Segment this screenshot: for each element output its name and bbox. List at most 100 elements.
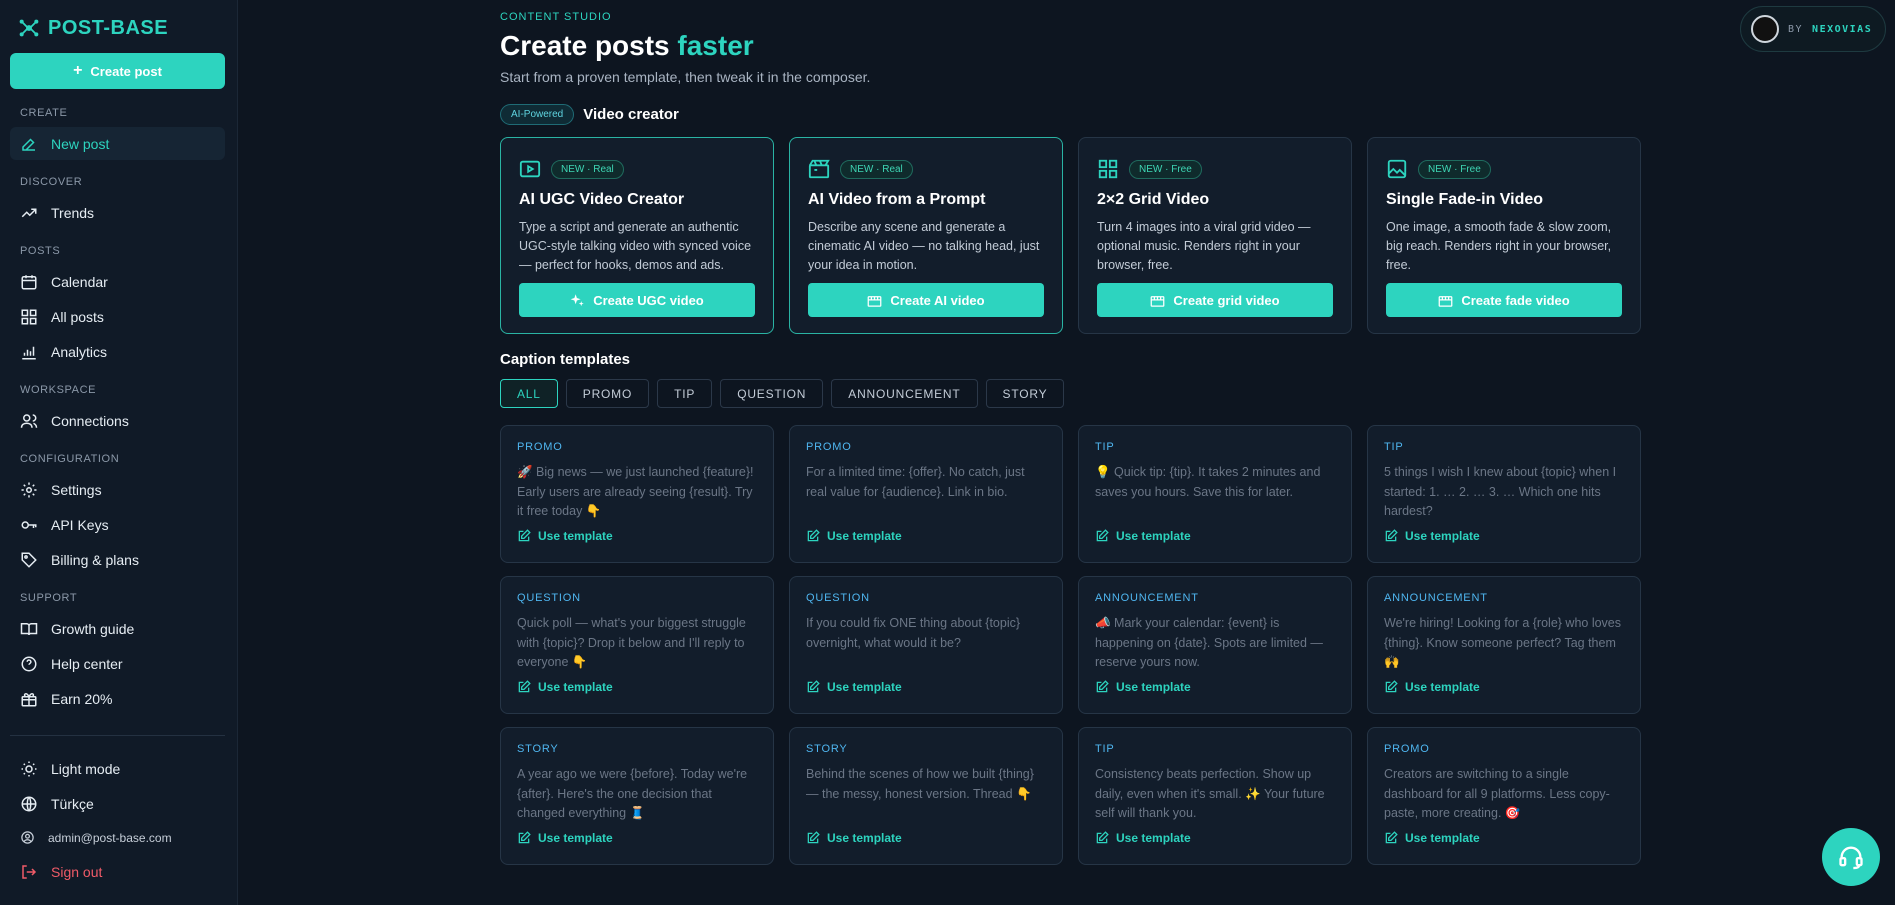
- light-mode-toggle[interactable]: Light mode: [10, 752, 225, 785]
- use-template-button[interactable]: Use template: [1384, 680, 1480, 694]
- template-card[interactable]: QUESTION Quick poll — what's your biggest…: [500, 576, 774, 714]
- calendar-icon: [21, 274, 37, 289]
- nexovias-logo-icon: [1751, 15, 1779, 43]
- template-card[interactable]: TIP 💡 Quick tip: {tip}. It takes 2 minute…: [1078, 425, 1352, 563]
- filter-all[interactable]: ALL: [500, 379, 558, 408]
- use-template-button[interactable]: Use template: [517, 680, 613, 694]
- video-card-desc: Describe any scene and generate a cinema…: [808, 220, 1040, 272]
- filter-story[interactable]: STORY: [985, 379, 1065, 408]
- video-card-title: Single Fade-in Video: [1386, 191, 1544, 208]
- support-chat-button[interactable]: [1822, 828, 1880, 886]
- use-template-button[interactable]: Use template: [1095, 529, 1191, 543]
- template-text: For a limited time: {offer}. No catch, j…: [806, 465, 1025, 499]
- use-template-label: Use template: [827, 529, 902, 543]
- template-category: QUESTION: [806, 592, 870, 604]
- account-email[interactable]: admin@post-base.com: [10, 821, 225, 854]
- section-configuration: CONFIGURATION: [20, 453, 120, 465]
- users-icon: [20, 413, 38, 428]
- template-card[interactable]: STORY A year ago we were {before}. Today …: [500, 727, 774, 865]
- use-template-button[interactable]: Use template: [517, 831, 613, 845]
- create-ai-video-button[interactable]: Create AI video: [808, 283, 1044, 317]
- button-label: Create grid video: [1173, 292, 1280, 308]
- template-category: ANNOUNCEMENT: [1095, 592, 1199, 604]
- filter-promo[interactable]: PROMO: [565, 379, 650, 408]
- video-card-grid[interactable]: NEW · Free 2×2 Grid Video Turn 4 images …: [1078, 137, 1352, 334]
- filter-tip[interactable]: TIP: [657, 379, 713, 408]
- template-card[interactable]: PROMO 🚀 Big news — we just launched {feat…: [500, 425, 774, 563]
- template-card[interactable]: TIP 5 things I wish I knew about {topic} …: [1367, 425, 1641, 563]
- badge-by: BY: [1788, 23, 1804, 35]
- sidebar-item-settings[interactable]: Settings: [10, 473, 225, 506]
- log-out-icon: [22, 864, 37, 879]
- sidebar-item-connections[interactable]: Connections: [10, 404, 225, 437]
- sidebar-item-label: Growth guide: [51, 620, 135, 637]
- use-template-button[interactable]: Use template: [1384, 831, 1480, 845]
- template-category: PROMO: [1384, 743, 1430, 755]
- page-title: Create posts faster: [500, 30, 754, 62]
- create-fade-video-button[interactable]: Create fade video: [1386, 283, 1622, 317]
- book-icon: [20, 622, 38, 635]
- template-card[interactable]: PROMO For a limited time: {offer}. No cat…: [789, 425, 1063, 563]
- sidebar-item-api-keys[interactable]: API Keys: [10, 508, 225, 541]
- sidebar-item-all-posts[interactable]: All posts: [10, 300, 225, 333]
- badge-name: NEXOVIAS: [1812, 23, 1873, 35]
- filter-announcement[interactable]: ANNOUNCEMENT: [831, 379, 978, 408]
- use-template-button[interactable]: Use template: [806, 680, 902, 694]
- tag-icon: [21, 552, 37, 568]
- sidebar-item-earn[interactable]: Earn 20%: [10, 682, 225, 715]
- section-discover: DISCOVER: [20, 176, 83, 188]
- user-circle-icon: [21, 831, 34, 844]
- use-template-button[interactable]: Use template: [1095, 680, 1191, 694]
- trending-up-icon: [21, 208, 37, 217]
- grid-icon: [21, 309, 37, 324]
- create-ugc-video-button[interactable]: Create UGC video: [519, 283, 755, 317]
- template-card[interactable]: ANNOUNCEMENT 📣 Mark your calendar: {event…: [1078, 576, 1352, 714]
- use-template-button[interactable]: Use template: [1384, 529, 1480, 543]
- template-card[interactable]: PROMO Creators are switching to a single …: [1367, 727, 1641, 865]
- video-card-head: NEW · Real: [519, 158, 624, 180]
- video-card-prompt[interactable]: NEW · Real AI Video from a Prompt Descri…: [789, 137, 1063, 334]
- template-card[interactable]: ANNOUNCEMENT We're hiring! Looking for a …: [1367, 576, 1641, 714]
- account-email-text: admin@post-base.com: [48, 830, 172, 845]
- sidebar-item-trends[interactable]: Trends: [10, 196, 225, 229]
- sidebar-item-billing[interactable]: Billing & plans: [10, 543, 225, 576]
- sidebar-item-help-center[interactable]: Help center: [10, 647, 225, 680]
- template-card[interactable]: TIP Consistency beats perfection. Show up…: [1078, 727, 1352, 865]
- title-main: Create posts: [500, 30, 670, 61]
- sidebar-item-label: Türkçe: [51, 795, 94, 812]
- video-section-header: AI-Powered Video creator: [500, 104, 679, 125]
- globe-icon: [21, 796, 37, 811]
- sidebar-item-calendar[interactable]: Calendar: [10, 265, 225, 298]
- brand[interactable]: POST-BASE: [18, 15, 168, 41]
- title-accent: faster: [677, 30, 754, 61]
- use-template-button[interactable]: Use template: [806, 529, 902, 543]
- video-card-desc: Type a script and generate an authentic …: [519, 220, 752, 272]
- filter-question[interactable]: QUESTION: [720, 379, 824, 408]
- sidebar-item-new-post[interactable]: New post: [10, 127, 225, 160]
- video-card-fade[interactable]: NEW · Free Single Fade-in Video One imag…: [1367, 137, 1641, 334]
- use-template-button[interactable]: Use template: [517, 529, 613, 543]
- template-card[interactable]: STORY Behind the scenes of how we built {…: [789, 727, 1063, 865]
- create-post-button[interactable]: + Create post: [10, 53, 225, 89]
- sidebar-item-analytics[interactable]: Analytics: [10, 335, 225, 368]
- use-template-label: Use template: [827, 680, 902, 694]
- nexovias-badge[interactable]: BY NEXOVIAS: [1740, 6, 1886, 52]
- image-icon: [1387, 159, 1407, 179]
- video-card-ugc[interactable]: NEW · Real AI UGC Video Creator Type a s…: [500, 137, 774, 334]
- template-category: TIP: [1095, 743, 1115, 755]
- button-label: Create UGC video: [593, 292, 704, 308]
- sidebar-item-growth-guide[interactable]: Growth guide: [10, 612, 225, 645]
- sidebar-item-label: Billing & plans: [51, 551, 139, 568]
- new-tag: NEW · Free: [1418, 159, 1491, 179]
- template-category: STORY: [806, 743, 848, 755]
- template-text: If you could fix ONE thing about {topic}…: [806, 616, 1021, 650]
- create-post-label: Create post: [90, 63, 162, 79]
- use-template-button[interactable]: Use template: [806, 831, 902, 845]
- create-grid-video-button[interactable]: Create grid video: [1097, 283, 1333, 317]
- language-selector[interactable]: Türkçe: [10, 787, 225, 820]
- clapperboard-icon: [808, 159, 830, 179]
- use-template-button[interactable]: Use template: [1095, 831, 1191, 845]
- sign-out-button[interactable]: Sign out: [10, 855, 225, 888]
- template-text: 🚀 Big news — we just launched {feature}!…: [517, 465, 754, 518]
- template-card[interactable]: QUESTION If you could fix ONE thing about…: [789, 576, 1063, 714]
